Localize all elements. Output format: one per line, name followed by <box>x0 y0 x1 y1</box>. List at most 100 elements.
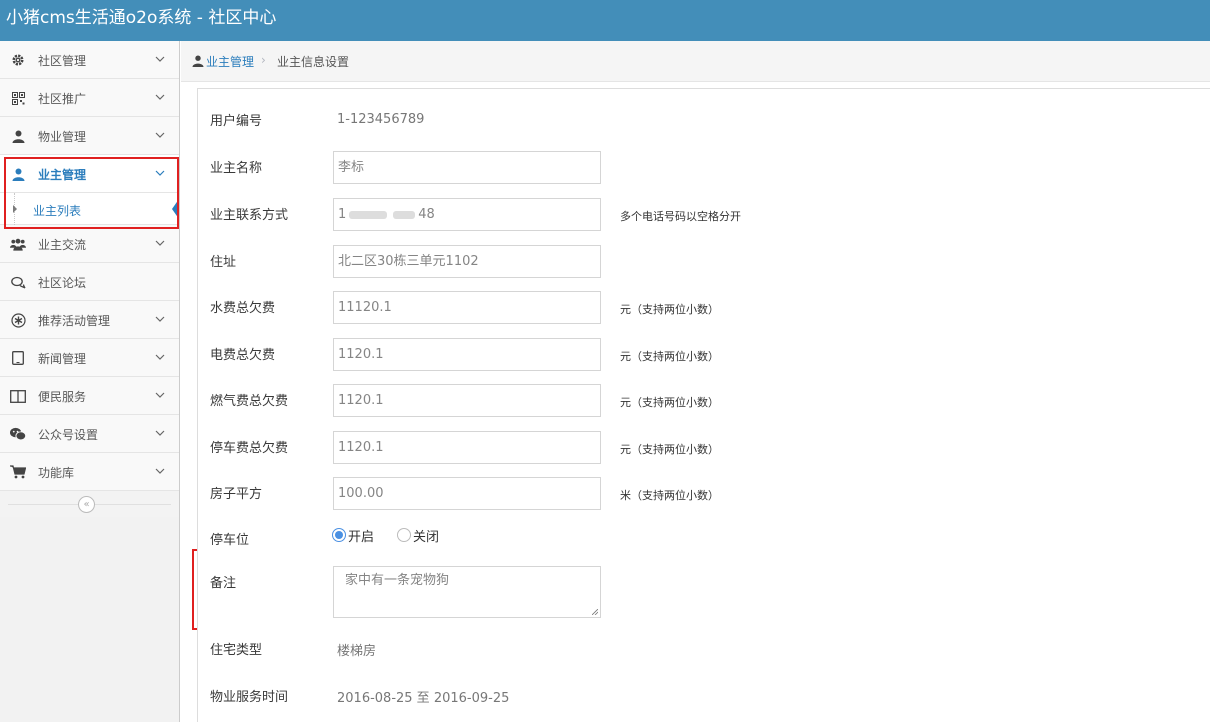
gas-label: 燃气费总欠费 <box>210 394 289 409</box>
comments-icon <box>10 275 26 289</box>
parking-radio-on[interactable]: 开启 <box>332 527 375 545</box>
area-input[interactable]: 100.00 <box>333 477 601 510</box>
double-chevron-left-icon[interactable]: « <box>78 496 95 513</box>
form-row-electric: 电费总欠费 1120.1 元（支持两位小数） <box>198 338 1210 378</box>
parking-fee-input[interactable]: 1120.1 <box>333 431 601 464</box>
sidebar: 社区管理 社区推广 物业管理 业主管理 业主列表 业主交流 社区论坛 推荐活动管… <box>0 41 180 722</box>
chevron-down-icon <box>155 240 165 246</box>
gear-icon <box>10 53 26 67</box>
sidebar-item-label: 社区管理 <box>38 54 87 68</box>
house-type-label: 住宅类型 <box>210 643 263 658</box>
water-label: 水费总欠费 <box>210 301 276 316</box>
sidebar-subitem-label: 业主列表 <box>33 204 82 218</box>
form-row-area: 房子平方 100.00 米（支持两位小数） <box>198 477 1210 517</box>
water-input[interactable]: 11120.1 <box>333 291 601 324</box>
electric-input[interactable]: 1120.1 <box>333 338 601 371</box>
sidebar-item-owner-communication[interactable]: 业主交流 <box>0 225 179 263</box>
columns-icon <box>10 389 26 403</box>
user-id-value: 1-123456789 <box>337 112 425 127</box>
sidebar-item-function-library[interactable]: 功能库 <box>0 453 179 491</box>
sidebar-item-community-promotion[interactable]: 社区推广 <box>0 79 179 117</box>
address-input[interactable]: 北二区30栋三单元1102 <box>333 245 601 278</box>
breadcrumb-current: 业主信息设置 <box>277 55 350 69</box>
chevron-down-icon <box>155 316 165 322</box>
cart-icon <box>10 465 26 479</box>
sidebar-item-label: 推荐活动管理 <box>38 314 111 328</box>
owner-name-input[interactable]: 李标 <box>333 151 601 184</box>
owner-name-label: 业主名称 <box>210 161 263 176</box>
chevron-down-icon <box>155 392 165 398</box>
breadcrumb-separator: › <box>261 53 266 67</box>
group-icon <box>10 237 26 251</box>
form-row-address: 住址 北二区30栋三单元1102 <box>198 245 1210 285</box>
radio-unchecked-icon <box>397 528 411 542</box>
gas-input[interactable]: 1120.1 <box>333 384 601 417</box>
parking-fee-label: 停车费总欠费 <box>210 441 289 456</box>
service-time-value: 2016-08-25 至 2016-09-25 <box>337 691 510 706</box>
radio-label: 开启 <box>348 529 375 545</box>
phone-value-prefix: 1 <box>338 207 347 222</box>
breadcrumb-link-owner-management[interactable]: 业主管理 <box>206 53 254 70</box>
form-row-water: 水费总欠费 11120.1 元（支持两位小数） <box>198 291 1210 331</box>
chevron-down-icon <box>155 132 165 138</box>
form-row-remark: 备注 家中有一条宠物狗 <box>198 566 1210 622</box>
user-icon <box>10 129 26 143</box>
remark-label: 备注 <box>210 576 237 591</box>
electric-hint: 元（支持两位小数） <box>620 350 719 363</box>
form-row-phone: 业主联系方式 1 48 多个电话号码以空格分开 <box>198 198 1210 238</box>
address-label: 住址 <box>210 255 237 270</box>
chevron-down-icon <box>155 354 165 360</box>
form-row-parking: 停车位 开启 关闭 <box>198 527 1210 567</box>
phone-label: 业主联系方式 <box>210 208 289 223</box>
asterisk-circle-icon <box>10 312 26 328</box>
sidebar-item-label: 业主管理 <box>38 168 87 182</box>
sidebar-item-label: 新闻管理 <box>38 352 87 366</box>
form-row-owner-name: 业主名称 李标 <box>198 151 1210 191</box>
qrcode-icon <box>10 91 26 105</box>
sidebar-collapse-row: « <box>0 491 179 517</box>
sidebar-item-label: 公众号设置 <box>38 428 99 442</box>
form-row-parking-fee: 停车费总欠费 1120.1 元（支持两位小数） <box>198 431 1210 471</box>
sidebar-item-convenience-services[interactable]: 便民服务 <box>0 377 179 415</box>
parking-fee-hint: 元（支持两位小数） <box>620 443 719 456</box>
sidebar-item-community-management[interactable]: 社区管理 <box>0 41 179 79</box>
sidebar-item-property-management[interactable]: 物业管理 <box>0 117 179 155</box>
sidebar-item-label: 物业管理 <box>38 130 87 144</box>
sidebar-item-activity-management[interactable]: 推荐活动管理 <box>0 301 179 339</box>
chevron-down-icon <box>155 170 165 176</box>
sidebar-item-label: 社区推广 <box>38 92 87 106</box>
redacted-mask <box>349 210 388 219</box>
resize-handle-icon[interactable] <box>592 609 598 615</box>
sidebar-item-label: 功能库 <box>38 466 75 480</box>
sidebar-item-news-management[interactable]: 新闻管理 <box>0 339 179 377</box>
radio-checked-icon <box>332 528 346 542</box>
chevron-down-icon <box>155 468 165 474</box>
form-row-user-id: 用户编号 1-123456789 <box>198 100 1210 140</box>
breadcrumb: 业主管理 › 业主信息设置 <box>181 41 1210 82</box>
sidebar-item-owner-management[interactable]: 业主管理 <box>0 155 179 193</box>
chevron-down-icon <box>155 430 165 436</box>
sidebar-item-label: 业主交流 <box>38 238 87 252</box>
redacted-mask <box>393 210 416 219</box>
chevron-down-icon <box>155 94 165 100</box>
owner-info-form: 用户编号 1-123456789 业主名称 李标 业主联系方式 1 48 多个电话… <box>197 88 1210 722</box>
electric-label: 电费总欠费 <box>210 348 276 363</box>
phone-hint: 多个电话号码以空格分开 <box>620 210 741 223</box>
caret-right-icon <box>13 205 17 213</box>
area-hint: 米（支持两位小数） <box>620 489 719 502</box>
sidebar-subitem-owner-list[interactable]: 业主列表 <box>0 193 179 225</box>
parking-radio-off[interactable]: 关闭 <box>397 527 439 545</box>
remark-textarea[interactable]: 家中有一条宠物狗 <box>333 566 601 618</box>
area-label: 房子平方 <box>210 487 263 502</box>
parking-label: 停车位 <box>210 533 250 548</box>
user-icon <box>192 55 204 67</box>
house-type-value: 楼梯房 <box>337 644 377 659</box>
user-icon <box>10 167 26 181</box>
sidebar-item-community-forum[interactable]: 社区论坛 <box>0 263 179 301</box>
sidebar-item-official-account-settings[interactable]: 公众号设置 <box>0 415 179 453</box>
gas-hint: 元（支持两位小数） <box>620 396 719 409</box>
service-time-label: 物业服务时间 <box>210 690 289 705</box>
phone-input[interactable]: 1 48 <box>333 198 601 231</box>
form-row-gas: 燃气费总欠费 1120.1 元（支持两位小数） <box>198 384 1210 424</box>
top-bar: 小猪cms生活通o2o系统 - 社区中心 <box>0 0 1210 41</box>
